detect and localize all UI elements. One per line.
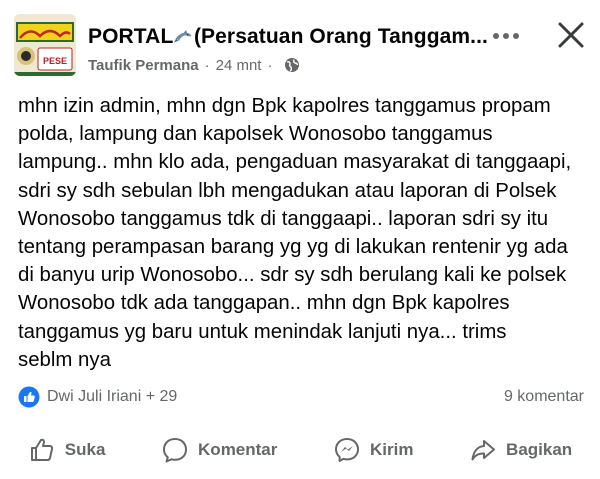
like-badge-icon[interactable] bbox=[18, 386, 40, 408]
meta-separator-2: · bbox=[267, 56, 273, 74]
post-header: PESE PORTAL (Persatuan Orang Tanggam... … bbox=[0, 0, 600, 88]
post-meta: Taufik Permana · 24 mnt · bbox=[88, 54, 300, 76]
more-icon[interactable] bbox=[488, 20, 524, 52]
group-title[interactable]: PORTAL (Persatuan Orang Tanggam... bbox=[88, 22, 488, 52]
comment-count[interactable]: 9 komentar bbox=[504, 388, 584, 406]
like-button[interactable]: Suka bbox=[28, 436, 106, 464]
close-icon[interactable] bbox=[553, 17, 589, 53]
reactions-bar: Dwi Juli Iriani + 29 9 komentar bbox=[18, 384, 584, 410]
reaction-summary[interactable]: Dwi Juli Iriani + 29 bbox=[47, 388, 177, 406]
meta-separator: · bbox=[204, 56, 210, 74]
author-name[interactable]: Taufik Permana bbox=[88, 57, 199, 74]
globe-icon bbox=[285, 58, 300, 72]
group-name-rest[interactable]: (Persatuan Orang Tanggam... bbox=[194, 25, 488, 49]
messenger-icon bbox=[334, 438, 359, 462]
group-name[interactable]: PORTAL bbox=[88, 25, 173, 49]
send-button[interactable]: Kirim bbox=[333, 436, 413, 464]
avatar-lettering: PESE bbox=[43, 56, 67, 66]
share-icon bbox=[471, 440, 496, 461]
dolphin-emoji-icon bbox=[174, 29, 192, 43]
comment-icon bbox=[163, 438, 188, 463]
action-bar: Suka Komentar Kirim Bagikan bbox=[0, 428, 600, 472]
comment-button[interactable]: Komentar bbox=[161, 436, 277, 464]
comment-label: Komentar bbox=[198, 440, 278, 459]
post-time[interactable]: 24 mnt bbox=[216, 57, 262, 74]
group-logo: PESE bbox=[14, 14, 76, 76]
thumbs-up-icon bbox=[30, 438, 53, 461]
like-label: Suka bbox=[64, 440, 106, 459]
share-button[interactable]: Bagikan bbox=[469, 436, 572, 464]
share-label: Bagikan bbox=[506, 440, 573, 459]
send-label: Kirim bbox=[369, 440, 414, 459]
post-text: mhn izin admin, mhn dgn Bpk kapolres tan… bbox=[18, 95, 572, 371]
group-avatar[interactable]: PESE bbox=[14, 14, 76, 76]
